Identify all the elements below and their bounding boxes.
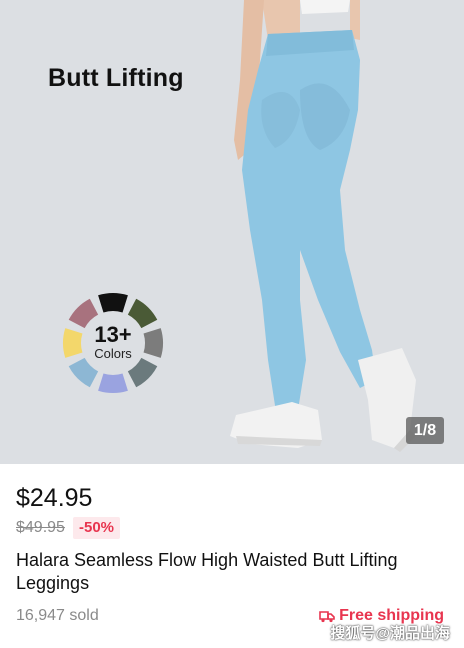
watermark: 搜狐号@潮品出海	[330, 625, 450, 642]
current-price: $24.95	[16, 484, 93, 512]
hero-title: Butt Lifting	[48, 64, 184, 92]
color-swatch	[98, 293, 128, 313]
color-swatch	[68, 357, 99, 388]
product-title[interactable]: Halara Seamless Flow High Waisted Butt L…	[16, 549, 446, 595]
original-price: $49.95	[16, 519, 65, 536]
colors-label: Colors	[94, 346, 132, 361]
discount-badge: -50%	[73, 517, 121, 539]
color-swatch	[98, 373, 128, 393]
image-page-indicator: 1/8	[406, 417, 444, 444]
product-image[interactable]: Butt Lifting 13+ Colors 1/8	[0, 0, 464, 464]
colors-count: 13+	[94, 322, 132, 347]
color-swatch	[127, 357, 158, 388]
truck-icon	[319, 611, 335, 623]
sold-count: 16,947 sold	[16, 607, 99, 624]
